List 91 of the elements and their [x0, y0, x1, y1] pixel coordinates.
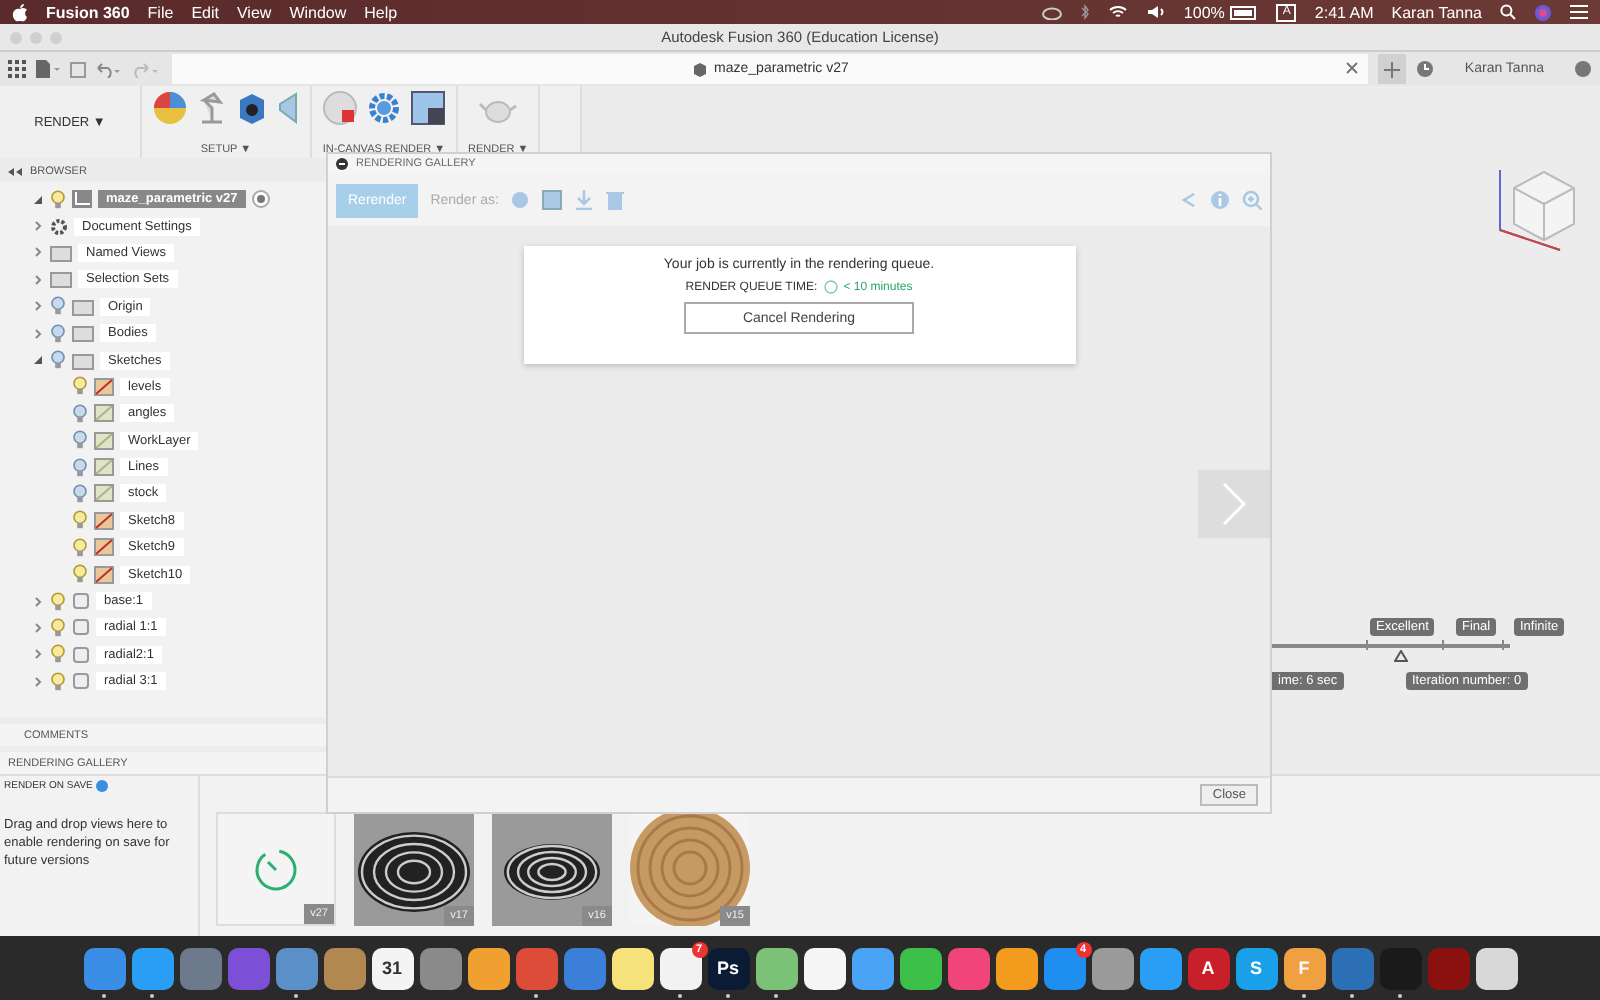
folder-icon [72, 351, 94, 370]
chevron-right-icon[interactable] [32, 675, 44, 688]
collapse-icon[interactable] [8, 168, 22, 176]
light-bulb-icon[interactable] [50, 671, 66, 692]
save-icon[interactable] [70, 61, 86, 77]
menu-item[interactable]: File [147, 3, 174, 21]
search-icon[interactable] [1500, 4, 1516, 20]
battery-icon[interactable] [1230, 5, 1259, 19]
folder-icon [50, 243, 72, 262]
light-bulb-icon[interactable] [50, 323, 66, 344]
list-icon[interactable] [1570, 4, 1588, 20]
clock-icon[interactable] [1416, 60, 1435, 78]
light-bulb-icon[interactable] [72, 457, 88, 478]
collapse-icon[interactable] [336, 158, 348, 170]
sketch-icon [94, 538, 114, 557]
chevron-right-icon[interactable] [32, 648, 44, 661]
cloud-icon[interactable] [1041, 5, 1062, 19]
sketch-icon [94, 458, 114, 477]
expanded-arrow-icon[interactable] [32, 354, 44, 367]
info-icon[interactable] [1210, 190, 1230, 210]
menu-item[interactable]: Help [364, 3, 398, 21]
plus-icon [1384, 61, 1401, 77]
app-icon[interactable] [467, 947, 509, 989]
user-name[interactable]: Karan Tanna [1391, 3, 1482, 21]
timer-icon [823, 280, 838, 294]
light-bulb-icon[interactable] [72, 510, 88, 531]
light-bulb-icon[interactable] [72, 564, 88, 585]
image-icon[interactable] [410, 90, 446, 126]
timer-icon [254, 847, 298, 891]
chevron-right-icon[interactable] [32, 327, 44, 340]
cube-icon[interactable] [236, 90, 268, 126]
light-bulb-icon[interactable] [72, 483, 88, 504]
light-bulb-icon[interactable] [50, 350, 66, 371]
app-icon[interactable] [803, 947, 845, 989]
chevron-right-icon [1222, 482, 1246, 526]
expanded-arrow-icon[interactable] [32, 193, 44, 206]
bluetooth-icon[interactable] [1079, 4, 1090, 20]
new-tab-button[interactable] [1378, 54, 1407, 84]
clock[interactable]: 2:41 AM [1314, 3, 1374, 21]
app-icon[interactable] [899, 947, 941, 989]
light-bulb-icon[interactable] [72, 537, 88, 558]
close-icon[interactable] [1346, 62, 1359, 74]
sketch-icon [94, 404, 114, 423]
app-icon[interactable] [611, 947, 653, 989]
chevron-right-icon[interactable] [32, 621, 44, 634]
app-icon[interactable] [851, 947, 893, 989]
sketch-icon [94, 377, 114, 396]
sketch-icon [94, 431, 114, 450]
chevron-right-icon[interactable] [32, 220, 44, 233]
apple-logo-icon[interactable] [12, 3, 28, 21]
sketch-icon [94, 484, 114, 503]
radio-icon[interactable] [251, 190, 270, 209]
sketch-icon [94, 565, 114, 584]
folder-icon [72, 324, 94, 343]
chevron-right-icon[interactable] [32, 300, 44, 313]
settings-icon[interactable] [366, 90, 402, 126]
color-sphere-icon[interactable] [152, 90, 188, 126]
component-icon [72, 190, 92, 209]
cube-icon [692, 61, 709, 77]
undo-icon[interactable] [96, 61, 124, 77]
sphere-icon[interactable] [322, 90, 358, 126]
menu-item[interactable]: Edit [191, 3, 219, 21]
siri-icon[interactable] [1534, 3, 1552, 21]
wifi-icon[interactable] [1107, 4, 1128, 20]
app-icon[interactable]: 31 [371, 947, 413, 989]
help-icon[interactable] [96, 780, 109, 792]
sketch-icon [94, 511, 114, 530]
file-icon[interactable] [36, 60, 60, 78]
folder-icon [50, 270, 72, 289]
app-menu[interactable]: Fusion 360 [46, 3, 130, 21]
light-bulb-icon[interactable] [50, 644, 66, 665]
light-bulb-icon[interactable] [72, 403, 88, 424]
volume-icon[interactable] [1145, 4, 1166, 20]
folder-icon [72, 297, 94, 316]
light-bulb-icon[interactable] [72, 430, 88, 451]
menu-item[interactable]: View [236, 3, 272, 21]
light-bulb-icon[interactable] [72, 376, 88, 397]
light-bulb-icon[interactable] [50, 296, 66, 317]
app-icon[interactable] [995, 947, 1037, 989]
chevron-right-icon[interactable] [32, 595, 44, 608]
app-icon[interactable] [1475, 947, 1517, 989]
app-icon[interactable]: A [1187, 947, 1229, 989]
battery-percentage: 100% [1183, 3, 1225, 21]
chevron-right-icon[interactable] [32, 246, 44, 259]
menu-item[interactable]: Window [289, 3, 347, 21]
help-icon[interactable] [1574, 60, 1592, 78]
chevron-right-icon[interactable] [32, 273, 44, 286]
light-bulb-icon[interactable] [50, 617, 66, 638]
gear-icon [50, 217, 68, 236]
grid-icon[interactable] [8, 60, 26, 78]
light-bulb-icon[interactable] [50, 591, 66, 612]
